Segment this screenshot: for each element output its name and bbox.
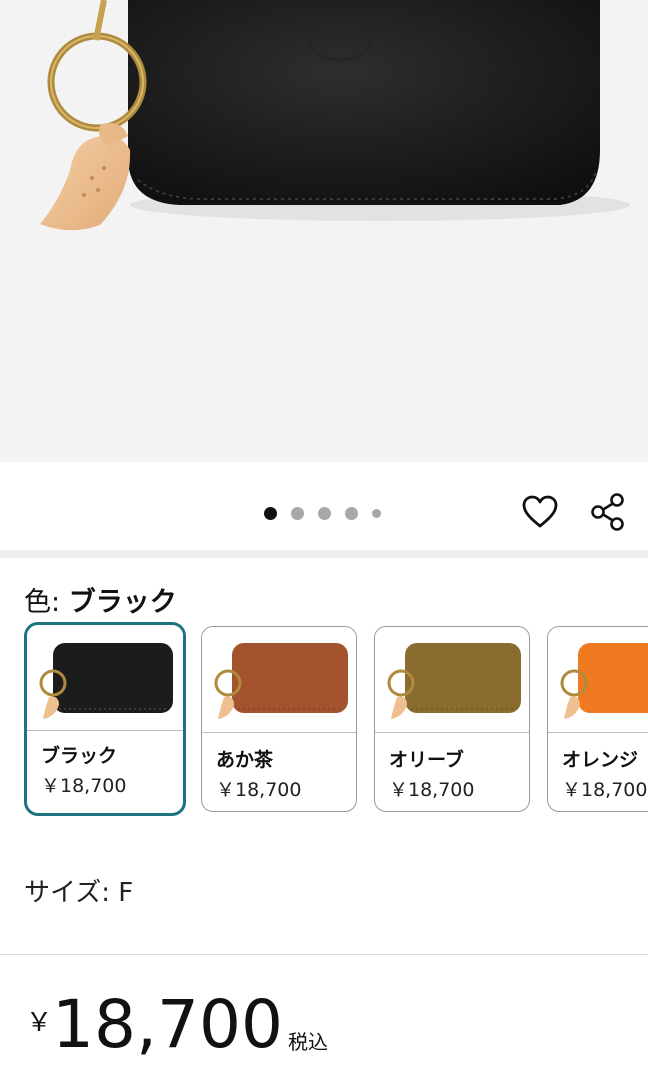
- swatch-price: ￥18,700: [41, 775, 127, 797]
- product-image[interactable]: [0, 0, 648, 462]
- carousel-dot[interactable]: [264, 506, 277, 520]
- swatch-thumbnail: [375, 627, 529, 732]
- swatch-color-name: あか茶: [216, 749, 274, 771]
- size-label: サイズ: F: [24, 878, 134, 908]
- carousel-dot[interactable]: [318, 506, 331, 520]
- currency-symbol: ￥: [26, 1008, 53, 1038]
- color-selection-label: 色: ブラック: [24, 580, 177, 619]
- swatch-divider: [27, 730, 183, 731]
- price-amount: 18,700: [52, 986, 283, 1063]
- color-swatch-list: ブラック ￥18,700 あか茶 ￥18,700 オリーブ ￥18,700 オレ…: [24, 622, 648, 818]
- swatch-product-image: [560, 643, 648, 719]
- product-detail-page: 色: ブラック ブラック ￥18,700 あか茶 ￥18,700 オリーブ ￥1…: [0, 0, 648, 1080]
- image-actions-bar: [0, 462, 648, 550]
- swatch-product-image: [214, 643, 348, 719]
- swatch-color-name: オレンジ: [562, 749, 639, 771]
- swatch-price: ￥18,700: [216, 779, 302, 801]
- swatch-color-name: オリーブ: [389, 749, 464, 771]
- share-icon: [591, 493, 624, 531]
- color-label-prefix: 色:: [24, 587, 61, 618]
- section-divider: [0, 550, 648, 558]
- coin-purse-photo: [0, 0, 648, 462]
- swatch-divider: [548, 732, 648, 733]
- share-button[interactable]: [586, 490, 630, 534]
- heart-outline-icon: [522, 495, 558, 528]
- carousel-pagination: [264, 506, 395, 520]
- tax-included-label: 税込: [288, 1030, 328, 1054]
- swatch-product-image: [39, 643, 173, 719]
- carousel-dot[interactable]: [345, 506, 358, 520]
- carousel-dot[interactable]: [291, 506, 304, 520]
- swatch-color-name: ブラック: [41, 745, 118, 767]
- swatch-product-image: [387, 643, 521, 719]
- color-option-red-brown[interactable]: あか茶 ￥18,700: [201, 626, 357, 812]
- color-option-olive[interactable]: オリーブ ￥18,700: [374, 626, 530, 812]
- swatch-thumbnail: [27, 625, 183, 730]
- color-option-orange[interactable]: オレンジ ￥18,700: [547, 626, 648, 812]
- section-divider: [0, 954, 648, 955]
- swatch-price: ￥18,700: [389, 779, 475, 801]
- swatch-divider: [375, 732, 529, 733]
- swatch-thumbnail: [548, 627, 648, 732]
- swatch-divider: [202, 732, 356, 733]
- selected-color-name: ブラック: [68, 587, 177, 618]
- color-option-black[interactable]: ブラック ￥18,700: [24, 622, 186, 816]
- wishlist-button[interactable]: [518, 490, 562, 534]
- swatch-thumbnail: [202, 627, 356, 732]
- carousel-dot[interactable]: [372, 508, 381, 518]
- swatch-price: ￥18,700: [562, 779, 648, 801]
